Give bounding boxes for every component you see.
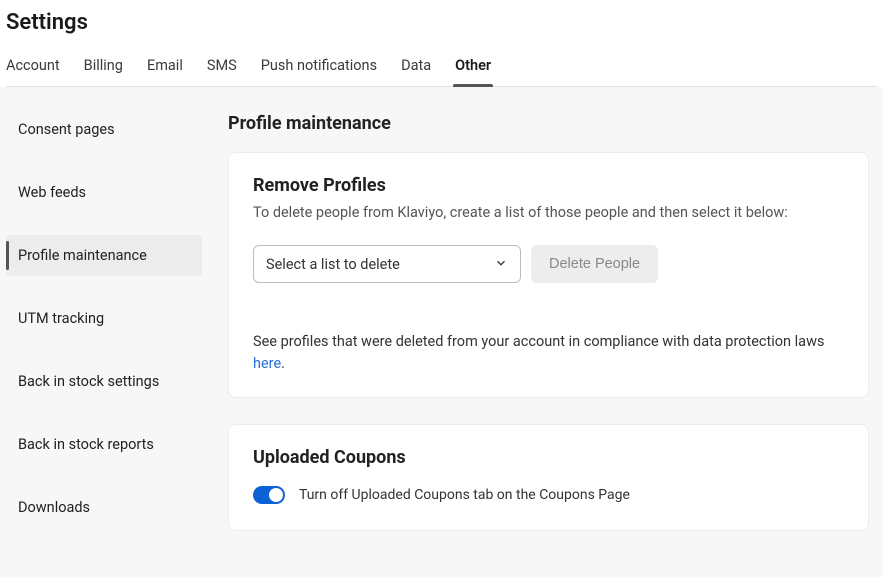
tab-push-notifications[interactable]: Push notifications	[261, 49, 377, 86]
tab-other[interactable]: Other	[455, 49, 491, 86]
tab-account[interactable]: Account	[6, 49, 60, 86]
list-select-placeholder: Select a list to delete	[266, 256, 400, 273]
settings-tabs: Account Billing Email SMS Push notificat…	[6, 49, 877, 87]
sidebar-item-label: Back in stock settings	[18, 373, 159, 390]
compliance-here-link[interactable]: here	[253, 355, 281, 372]
tab-sms[interactable]: SMS	[207, 49, 237, 86]
chevron-down-icon	[494, 256, 508, 273]
tab-data[interactable]: Data	[401, 49, 431, 86]
sidebar-item-consent-pages[interactable]: Consent pages	[6, 109, 202, 150]
remove-profiles-card: Remove Profiles To delete people from Kl…	[228, 152, 869, 398]
remove-profiles-desc: To delete people from Klaviyo, create a …	[253, 202, 844, 223]
sidebar-item-label: UTM tracking	[18, 310, 104, 327]
sidebar-item-utm-tracking[interactable]: UTM tracking	[6, 298, 202, 339]
compliance-prefix: See profiles that were deleted from your…	[253, 333, 824, 350]
tab-billing[interactable]: Billing	[84, 49, 123, 86]
delete-people-button: Delete People	[531, 245, 658, 283]
sidebar-item-web-feeds[interactable]: Web feeds	[6, 172, 202, 213]
sidebar-item-profile-maintenance[interactable]: Profile maintenance	[6, 235, 202, 276]
tab-email[interactable]: Email	[147, 49, 183, 86]
list-select[interactable]: Select a list to delete	[253, 245, 521, 283]
sidebar-item-downloads[interactable]: Downloads	[6, 487, 202, 528]
sidebar-item-label: Consent pages	[18, 121, 115, 138]
page-title: Settings	[6, 10, 877, 35]
sidebar-item-back-in-stock-reports[interactable]: Back in stock reports	[6, 424, 202, 465]
sidebar-item-label: Profile maintenance	[18, 247, 147, 264]
uploaded-coupons-toggle[interactable]	[253, 486, 285, 504]
uploaded-coupons-card: Uploaded Coupons Turn off Uploaded Coupo…	[228, 424, 869, 531]
sidebar-item-back-in-stock-settings[interactable]: Back in stock settings	[6, 361, 202, 402]
compliance-text: See profiles that were deleted from your…	[253, 331, 844, 375]
sidebar: Consent pages Web feeds Profile maintena…	[0, 87, 210, 577]
sidebar-item-label: Web feeds	[18, 184, 86, 201]
main-content: Profile maintenance Remove Profiles To d…	[210, 87, 883, 577]
uploaded-coupons-toggle-label: Turn off Uploaded Coupons tab on the Cou…	[299, 487, 630, 503]
sidebar-item-label: Downloads	[18, 499, 90, 516]
remove-profiles-title: Remove Profiles	[253, 175, 844, 196]
sidebar-item-label: Back in stock reports	[18, 436, 154, 453]
uploaded-coupons-title: Uploaded Coupons	[253, 447, 844, 468]
toggle-knob	[269, 488, 283, 502]
compliance-suffix: .	[281, 355, 285, 372]
section-heading: Profile maintenance	[228, 113, 869, 134]
